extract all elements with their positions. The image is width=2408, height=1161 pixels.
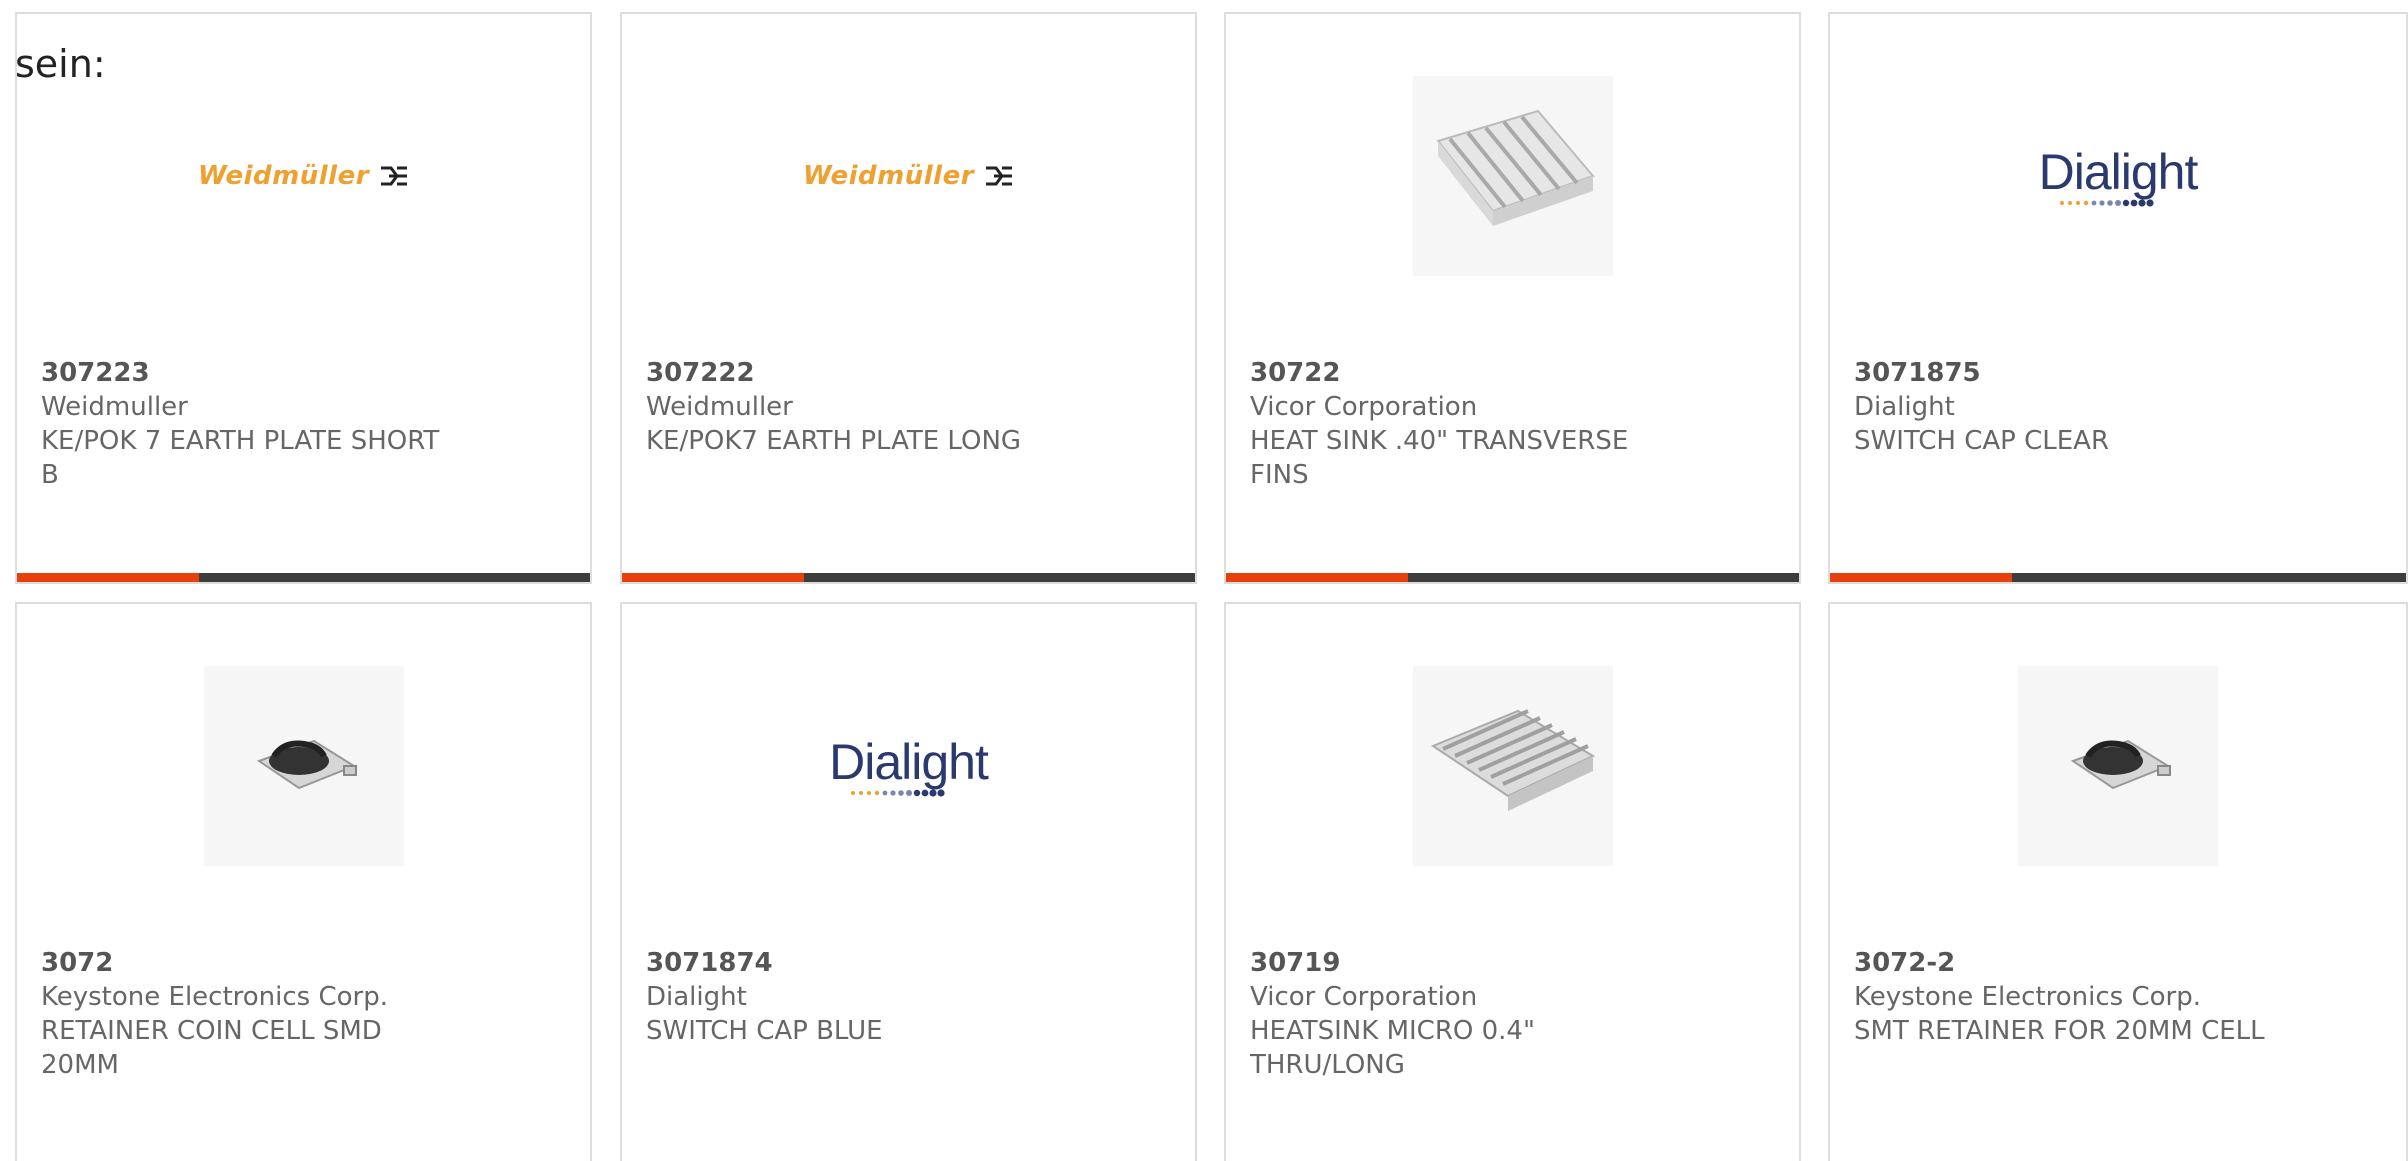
dialight-logo: Dialight — [829, 735, 989, 797]
part-number[interactable]: 307222 — [646, 356, 1055, 390]
heatsink-photo — [1412, 666, 1613, 866]
manufacturer: Vicor Corporation — [1250, 392, 1478, 422]
product-image: Dialight — [1830, 76, 2406, 276]
part-number[interactable]: 30719 — [1250, 946, 1659, 980]
dialight-logo: Dialight — [2039, 145, 2198, 207]
product-image: Weidmüller — [622, 76, 1195, 276]
product-info: 3071874 Dialight SWITCH CAP BLUE — [646, 946, 1055, 1048]
product-info: 307222 Weidmuller KE/POK7 EARTH PLATE LO… — [646, 356, 1055, 458]
weidmuller-mark-icon — [986, 166, 1013, 186]
description: HEAT SINK .40" TRANSVERSE FINS — [1250, 426, 1629, 490]
product-image: Dialight — [622, 666, 1195, 866]
product-card[interactable]: 3072-2 Keystone Electronics Corp. SMT RE… — [1828, 602, 2408, 1161]
heatsink-photo — [1412, 76, 1613, 276]
product-card[interactable]: Weidmüller 307223 Weidmuller KE/POK 7 EA… — [15, 12, 592, 584]
product-image — [17, 666, 590, 866]
dialight-dots-icon — [2060, 199, 2154, 207]
weidmuller-logo: Weidmüller — [198, 161, 409, 191]
description: KE/POK 7 EARTH PLATE SHORT B — [41, 426, 440, 490]
manufacturer: Dialight — [1854, 392, 1955, 422]
part-number[interactable]: 3072-2 — [1854, 946, 2266, 980]
product-info: 3072 Keystone Electronics Corp. RETAINER… — [41, 946, 450, 1082]
part-number[interactable]: 3071874 — [646, 946, 1055, 980]
part-number[interactable]: 30722 — [1250, 356, 1659, 390]
description: SWITCH CAP BLUE — [646, 1016, 883, 1046]
manufacturer: Dialight — [646, 982, 747, 1012]
manufacturer: Keystone Electronics Corp. — [1854, 982, 2202, 1012]
heatsink-icon — [1435, 109, 1595, 226]
card-bar-accent — [622, 573, 804, 582]
part-number[interactable]: 307223 — [41, 356, 450, 390]
product-grid-page: sein: Weidmüller 307223 Weidmuller KE/PO… — [0, 0, 2408, 1161]
product-image — [1226, 76, 1799, 276]
part-number[interactable]: 3072 — [41, 946, 450, 980]
manufacturer: Weidmuller — [41, 392, 188, 422]
product-info: 307223 Weidmuller KE/POK 7 EARTH PLATE S… — [41, 356, 450, 492]
description: SMT RETAINER FOR 20MM CELL — [1854, 1016, 2265, 1046]
part-number[interactable]: 3071875 — [1854, 356, 2266, 390]
product-info: 30719 Vicor Corporation HEATSINK MICRO 0… — [1250, 946, 1659, 1082]
card-bar-accent — [1830, 573, 2012, 582]
intro-text: sein: — [15, 42, 106, 86]
product-image: Weidmüller — [17, 76, 590, 276]
manufacturer: Keystone Electronics Corp. — [41, 982, 389, 1012]
heatsink-icon — [1430, 709, 1595, 811]
manufacturer: Vicor Corporation — [1250, 982, 1478, 1012]
product-image — [1830, 666, 2406, 866]
product-card[interactable]: 30722 Vicor Corporation HEAT SINK .40" T… — [1224, 12, 1801, 584]
description: SWITCH CAP CLEAR — [1854, 426, 2110, 456]
coin-cell-retainer-icon — [256, 739, 357, 790]
product-info: 30722 Vicor Corporation HEAT SINK .40" T… — [1250, 356, 1659, 492]
product-card[interactable]: Dialight 3071875 Dialight SWITCH CAP CLE… — [1828, 12, 2408, 584]
description: RETAINER COIN CELL SMD 20MM — [41, 1016, 382, 1080]
coin-cell-retainer-photo — [2018, 666, 2218, 866]
coin-cell-retainer-photo — [203, 666, 404, 866]
dialight-dots-icon — [850, 789, 945, 797]
card-bar — [622, 573, 1195, 582]
product-card[interactable]: Weidmüller 307222 Weidmuller KE/POK7 EAR… — [620, 12, 1197, 584]
card-bar — [17, 573, 590, 582]
card-bar — [1830, 573, 2406, 582]
description: KE/POK7 EARTH PLATE LONG — [646, 426, 1022, 456]
product-card[interactable]: 3072 Keystone Electronics Corp. RETAINER… — [15, 602, 592, 1161]
card-bar — [1226, 573, 1799, 582]
card-bar-accent — [17, 573, 199, 582]
product-image — [1226, 666, 1799, 866]
coin-cell-retainer-icon — [2070, 739, 2171, 790]
description: HEATSINK MICRO 0.4" THRU/LONG — [1250, 1016, 1535, 1080]
weidmuller-logo: Weidmüller — [803, 161, 1014, 191]
product-card[interactable]: Dialight 3071874 Dialight SWITCH CAP BLU… — [620, 602, 1197, 1161]
card-bar-accent — [1226, 573, 1408, 582]
weidmuller-mark-icon — [381, 166, 408, 186]
product-info: 3072-2 Keystone Electronics Corp. SMT RE… — [1854, 946, 2266, 1048]
manufacturer: Weidmuller — [646, 392, 793, 422]
product-info: 3071875 Dialight SWITCH CAP CLEAR — [1854, 356, 2266, 458]
product-card[interactable]: 30719 Vicor Corporation HEATSINK MICRO 0… — [1224, 602, 1801, 1161]
